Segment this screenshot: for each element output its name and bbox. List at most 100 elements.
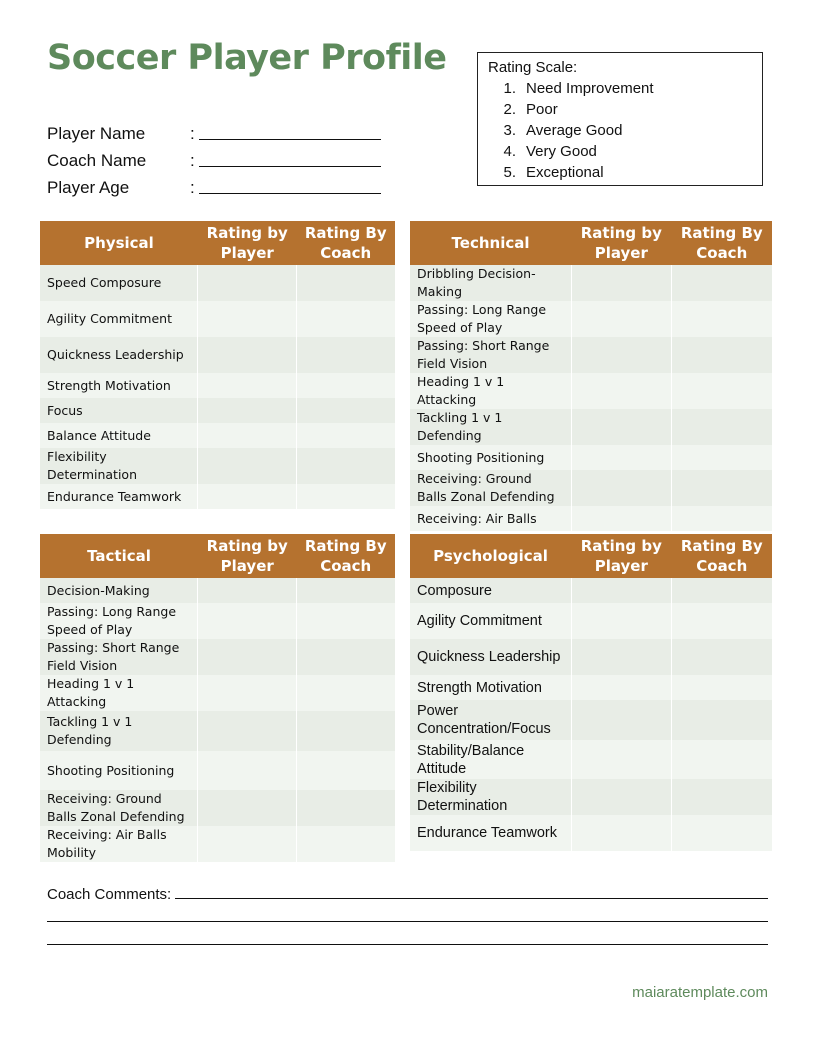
attribute-name: Receiving: Air Balls Mobility xyxy=(40,826,199,862)
player-rating-cell[interactable] xyxy=(571,578,673,603)
player-rating-cell[interactable] xyxy=(197,373,297,398)
player-rating-cell[interactable] xyxy=(571,409,673,445)
coach-rating-cell[interactable] xyxy=(671,639,772,675)
coach-rating-cell[interactable] xyxy=(296,423,395,448)
player-name-input[interactable] xyxy=(199,119,381,140)
player-rating-cell[interactable] xyxy=(197,398,297,423)
player-rating-cell[interactable] xyxy=(571,445,673,470)
coach-rating-cell[interactable] xyxy=(296,675,395,711)
footer-website: maiaratemplate.com xyxy=(632,984,768,1001)
attribute-name: Tackling 1 v 1 Defending xyxy=(410,409,572,445)
comments-line[interactable] xyxy=(47,926,768,949)
attribute-name: Quickness Leadership xyxy=(40,337,199,373)
player-rating-cell[interactable] xyxy=(571,779,673,815)
player-rating-cell[interactable] xyxy=(571,639,673,675)
coach-rating-cell[interactable] xyxy=(296,578,395,603)
rating-scale-item: 3. Average Good xyxy=(488,120,752,141)
coach-rating-cell[interactable] xyxy=(296,398,395,423)
attribute-name: Composure xyxy=(410,578,572,603)
table-row: Passing: Long Range Speed of Play xyxy=(40,603,395,639)
player-age-input[interactable] xyxy=(199,173,381,194)
coach-rating-cell[interactable] xyxy=(671,506,772,531)
coach-rating-cell[interactable] xyxy=(671,700,772,740)
coach-rating-cell[interactable] xyxy=(671,301,772,337)
coach-rating-cell[interactable] xyxy=(671,409,772,445)
player-rating-cell[interactable] xyxy=(197,603,297,639)
coach-rating-cell[interactable] xyxy=(671,265,772,301)
coach-rating-cell[interactable] xyxy=(296,484,395,509)
coach-rating-cell[interactable] xyxy=(671,578,772,603)
coach-rating-cell[interactable] xyxy=(296,603,395,639)
coach-rating-cell[interactable] xyxy=(671,779,772,815)
player-rating-cell[interactable] xyxy=(571,470,673,506)
player-rating-cell[interactable] xyxy=(197,578,297,603)
player-rating-cell[interactable] xyxy=(571,301,673,337)
coach-rating-cell[interactable] xyxy=(296,711,395,751)
player-rating-cell[interactable] xyxy=(197,337,297,373)
comments-line: Coach Comments: xyxy=(47,880,768,903)
player-rating-cell[interactable] xyxy=(197,790,297,826)
player-rating-cell[interactable] xyxy=(197,484,297,509)
table-row: Focus xyxy=(40,398,395,423)
coach-rating-cell[interactable] xyxy=(296,826,395,862)
comments-line-rule[interactable] xyxy=(47,907,768,922)
player-rating-cell[interactable] xyxy=(197,301,297,337)
player-rating-cell[interactable] xyxy=(571,603,673,639)
rating-number: 1. xyxy=(503,80,516,97)
player-rating-cell[interactable] xyxy=(571,740,673,779)
coach-rating-cell[interactable] xyxy=(296,448,395,484)
coach-rating-cell[interactable] xyxy=(296,337,395,373)
comments-line[interactable] xyxy=(47,903,768,926)
player-rating-cell[interactable] xyxy=(571,815,673,851)
colon: : xyxy=(190,151,195,170)
rating-scale-item: 1. Need Improvement xyxy=(488,78,752,99)
coach-rating-cell[interactable] xyxy=(671,373,772,409)
coach-rating-cell[interactable] xyxy=(671,740,772,779)
coach-rating-cell[interactable] xyxy=(671,675,772,700)
coach-rating-cell[interactable] xyxy=(296,790,395,826)
player-rating-cell[interactable] xyxy=(571,506,673,531)
attribute-name: Balance Attitude xyxy=(40,423,199,448)
player-rating-cell[interactable] xyxy=(571,265,673,301)
category-header: Physical xyxy=(40,221,198,265)
player-rating-cell[interactable] xyxy=(571,675,673,700)
player-rating-cell[interactable] xyxy=(571,373,673,409)
attribute-name: Shooting Positioning xyxy=(410,445,572,470)
comments-line-rule[interactable] xyxy=(47,930,768,945)
coach-rating-cell[interactable] xyxy=(671,603,772,639)
coach-rating-cell[interactable] xyxy=(671,470,772,506)
attribute-name: Passing: Short Range Field Vision xyxy=(40,639,199,675)
coach-rating-cell[interactable] xyxy=(296,301,395,337)
coach-rating-cell[interactable] xyxy=(671,445,772,470)
rating-by-coach-header: Rating By Coach xyxy=(671,534,772,578)
colon: : xyxy=(190,178,195,197)
player-rating-cell[interactable] xyxy=(197,711,297,751)
table-row: Flexibility Determination xyxy=(410,779,772,815)
coach-rating-cell[interactable] xyxy=(296,265,395,301)
player-rating-cell[interactable] xyxy=(197,826,297,862)
player-rating-cell[interactable] xyxy=(197,265,297,301)
table-row: Strength Motivation xyxy=(410,675,772,700)
player-rating-cell[interactable] xyxy=(197,675,297,711)
player-rating-cell[interactable] xyxy=(197,751,297,790)
coach-rating-cell[interactable] xyxy=(296,751,395,790)
player-rating-cell[interactable] xyxy=(571,700,673,740)
table-row: Endurance Teamwork xyxy=(410,815,772,851)
psychological-table: Psychological Rating by Player Rating By C… xyxy=(410,534,772,851)
coach-rating-cell[interactable] xyxy=(296,373,395,398)
table-row: Strength Motivation xyxy=(40,373,395,398)
coach-rating-cell[interactable] xyxy=(671,815,772,851)
attribute-name: Focus xyxy=(40,398,199,423)
coach-comments-input[interactable] xyxy=(175,884,768,899)
player-rating-cell[interactable] xyxy=(197,423,297,448)
coach-rating-cell[interactable] xyxy=(296,639,395,675)
player-rating-cell[interactable] xyxy=(197,639,297,675)
coach-name-input[interactable] xyxy=(199,146,381,167)
player-rating-cell[interactable] xyxy=(571,337,673,373)
table-row: Endurance Teamwork xyxy=(40,484,395,509)
table-row: Stability/Balance Attitude xyxy=(410,740,772,779)
coach-rating-cell[interactable] xyxy=(671,337,772,373)
coach-name-label: Coach Name xyxy=(47,151,147,170)
player-rating-cell[interactable] xyxy=(197,448,297,484)
table-row: Power Concentration/Focus xyxy=(410,700,772,740)
